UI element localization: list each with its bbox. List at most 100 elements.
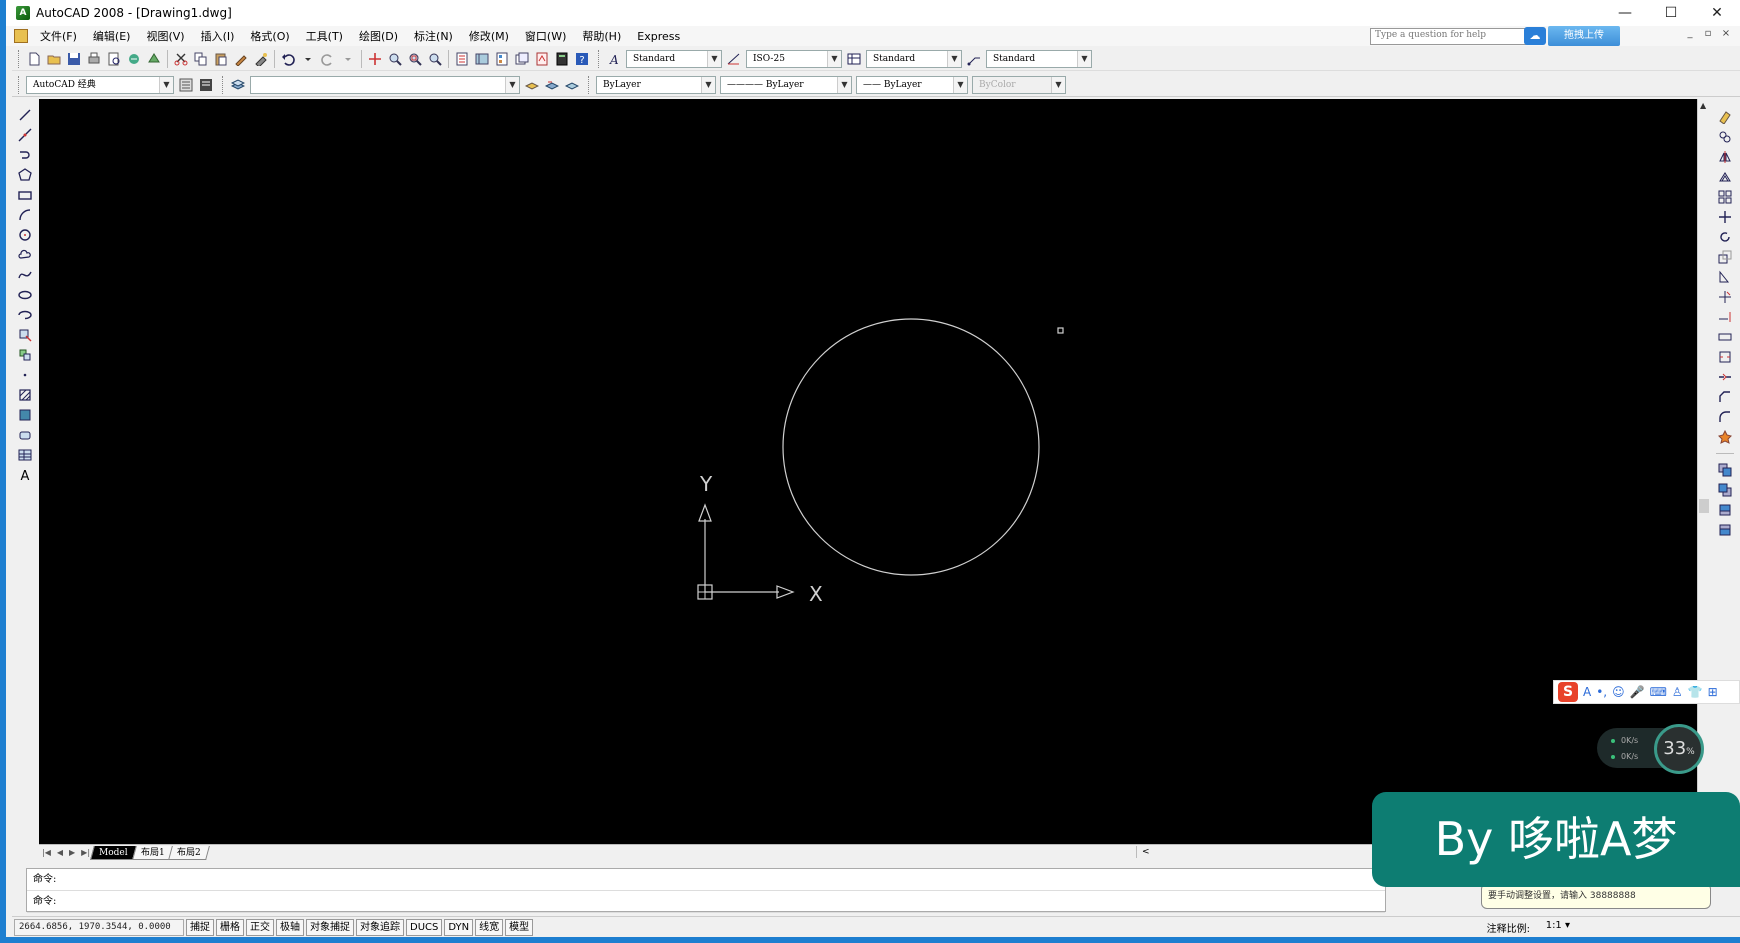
toolbar-grip[interactable] <box>588 75 591 94</box>
explode-icon[interactable] <box>1716 427 1734 447</box>
plot-icon[interactable] <box>85 50 103 68</box>
ime-voice-icon[interactable]: 🎤 <box>1630 685 1645 699</box>
scroll-up-icon[interactable]: ▲ <box>1700 101 1706 110</box>
fillet-icon[interactable] <box>1716 407 1734 427</box>
model-space[interactable]: Y X <box>39 99 1697 844</box>
zoom-previous-icon[interactable] <box>426 50 444 68</box>
properties-icon[interactable] <box>453 50 471 68</box>
color-control-select[interactable]: ByLayer ▼ <box>596 75 716 94</box>
break-at-point-icon[interactable] <box>1716 327 1734 347</box>
workspace-settings-icon[interactable] <box>177 76 195 94</box>
sogou-ime-logo[interactable]: S <box>1558 682 1578 702</box>
layer-select[interactable]: ▼ <box>250 75 520 94</box>
zoom-window-icon[interactable] <box>406 50 424 68</box>
point-icon[interactable] <box>16 366 34 384</box>
text-style-select[interactable]: Standard ▼ <box>626 49 722 68</box>
insert-block-icon[interactable] <box>16 326 34 344</box>
toolbar-grip[interactable] <box>18 75 21 94</box>
design-center-icon[interactable] <box>473 50 491 68</box>
ime-language-icon[interactable]: A <box>1583 685 1591 699</box>
coordinate-display[interactable]: 2664.6856, 1970.3544, 0.0000 <box>14 918 184 936</box>
maximize-button[interactable]: ☐ <box>1648 0 1694 26</box>
draw-order-below-icon[interactable] <box>1716 520 1734 540</box>
ime-menu-icon[interactable]: ⊞ <box>1708 685 1718 699</box>
text-style-icon[interactable]: A <box>605 50 623 68</box>
save-icon[interactable] <box>65 50 83 68</box>
region-icon[interactable] <box>16 426 34 444</box>
sheet-set-icon[interactable] <box>513 50 531 68</box>
ime-emoji-icon[interactable]: ☺ <box>1612 685 1625 699</box>
otrack-toggle[interactable]: 对象追踪 <box>356 918 404 936</box>
plot-preview-icon[interactable] <box>105 50 123 68</box>
ducs-toggle[interactable]: DUCS <box>406 918 443 936</box>
tab-layout2[interactable]: 布局2 <box>168 845 210 860</box>
memory-percent-badge[interactable]: 33% <box>1654 724 1704 774</box>
redo-dropdown-icon[interactable] <box>339 50 357 68</box>
help-search-input[interactable]: Type a question for help <box>1370 28 1540 45</box>
table-style-select[interactable]: Standard ▼ <box>866 49 962 68</box>
menu-file[interactable]: 文件(F) <box>32 28 85 44</box>
make-block-icon[interactable] <box>16 346 34 364</box>
make-object-layer-current-icon[interactable] <box>523 76 541 94</box>
polygon-icon[interactable] <box>16 166 34 184</box>
doc-minimize-button[interactable]: _ <box>1684 28 1696 40</box>
toolbar-grip[interactable] <box>18 49 21 68</box>
dyn-toggle[interactable]: DYN <box>444 918 474 936</box>
command-input[interactable]: 命令: <box>27 891 1385 913</box>
ime-punctuation-icon[interactable]: •, <box>1596 685 1607 699</box>
annotation-scale-select[interactable]: 1:1 ▾ <box>1546 920 1570 931</box>
menu-view[interactable]: 视图(V) <box>138 28 192 44</box>
next-tab-icon[interactable]: ▶ <box>69 848 75 857</box>
ime-user-icon[interactable]: ♙ <box>1672 685 1683 699</box>
draw-order-front-icon[interactable] <box>1716 460 1734 480</box>
lineweight-toggle[interactable]: 线宽 <box>475 918 504 936</box>
menu-help[interactable]: 帮助(H) <box>574 28 629 44</box>
ellipse-arc-icon[interactable] <box>16 306 34 324</box>
construction-line-icon[interactable] <box>16 126 34 144</box>
menu-edit[interactable]: 编辑(E) <box>85 28 139 44</box>
doc-restore-button[interactable]: ▫ <box>1702 28 1714 40</box>
copy-object-icon[interactable] <box>1716 127 1734 147</box>
last-tab-icon[interactable]: ▶| <box>81 848 90 857</box>
paste-icon[interactable] <box>212 50 230 68</box>
document-icon[interactable] <box>14 29 28 43</box>
cloud-icon[interactable]: ☁ <box>1524 27 1546 45</box>
draw-order-back-icon[interactable] <box>1716 480 1734 500</box>
line-icon[interactable] <box>16 106 34 124</box>
break-icon[interactable] <box>1716 347 1734 367</box>
drawn-circle[interactable] <box>782 318 1040 576</box>
ime-keyboard-icon[interactable]: ⌨ <box>1650 685 1667 699</box>
my-workspace-icon[interactable] <box>197 76 215 94</box>
first-tab-icon[interactable]: |◀ <box>42 848 51 857</box>
circle-icon[interactable] <box>16 226 34 244</box>
lineweight-control-select[interactable]: —— ByLayer ▼ <box>856 75 968 94</box>
draw-order-above-icon[interactable] <box>1716 500 1734 520</box>
join-icon[interactable] <box>1716 367 1734 387</box>
3d-dwf-icon[interactable] <box>145 50 163 68</box>
dimension-style-select[interactable]: ISO-25 ▼ <box>746 49 842 68</box>
close-button[interactable]: ✕ <box>1694 0 1740 26</box>
snap-toggle[interactable]: 捕捉 <box>186 918 214 936</box>
hatch-icon[interactable] <box>16 386 34 404</box>
grid-toggle[interactable]: 栅格 <box>216 918 244 936</box>
revision-cloud-icon[interactable] <box>16 246 34 264</box>
menu-draw[interactable]: 绘图(D) <box>351 28 406 44</box>
layer-previous-icon[interactable] <box>543 76 561 94</box>
scale-icon[interactable] <box>1716 247 1734 267</box>
toolbar-grip[interactable] <box>222 75 225 94</box>
publish-icon[interactable] <box>125 50 143 68</box>
menu-dimension[interactable]: 标注(N) <box>406 28 461 44</box>
tab-model[interactable]: Model <box>90 845 137 860</box>
ime-skin-icon[interactable]: 👕 <box>1688 685 1703 699</box>
array-icon[interactable] <box>1716 187 1734 207</box>
erase-icon[interactable] <box>1716 107 1734 127</box>
polyline-icon[interactable] <box>16 146 34 164</box>
horizontal-scroll-left-icon[interactable]: < <box>1136 846 1336 858</box>
menu-format[interactable]: 格式(O) <box>242 28 297 44</box>
layer-properties-icon[interactable] <box>229 76 247 94</box>
toolbar-grip[interactable] <box>598 49 601 68</box>
scroll-thumb[interactable] <box>1699 499 1709 513</box>
redo-icon[interactable] <box>319 50 337 68</box>
menu-insert[interactable]: 插入(I) <box>193 28 243 44</box>
table-style-icon[interactable] <box>845 50 863 68</box>
